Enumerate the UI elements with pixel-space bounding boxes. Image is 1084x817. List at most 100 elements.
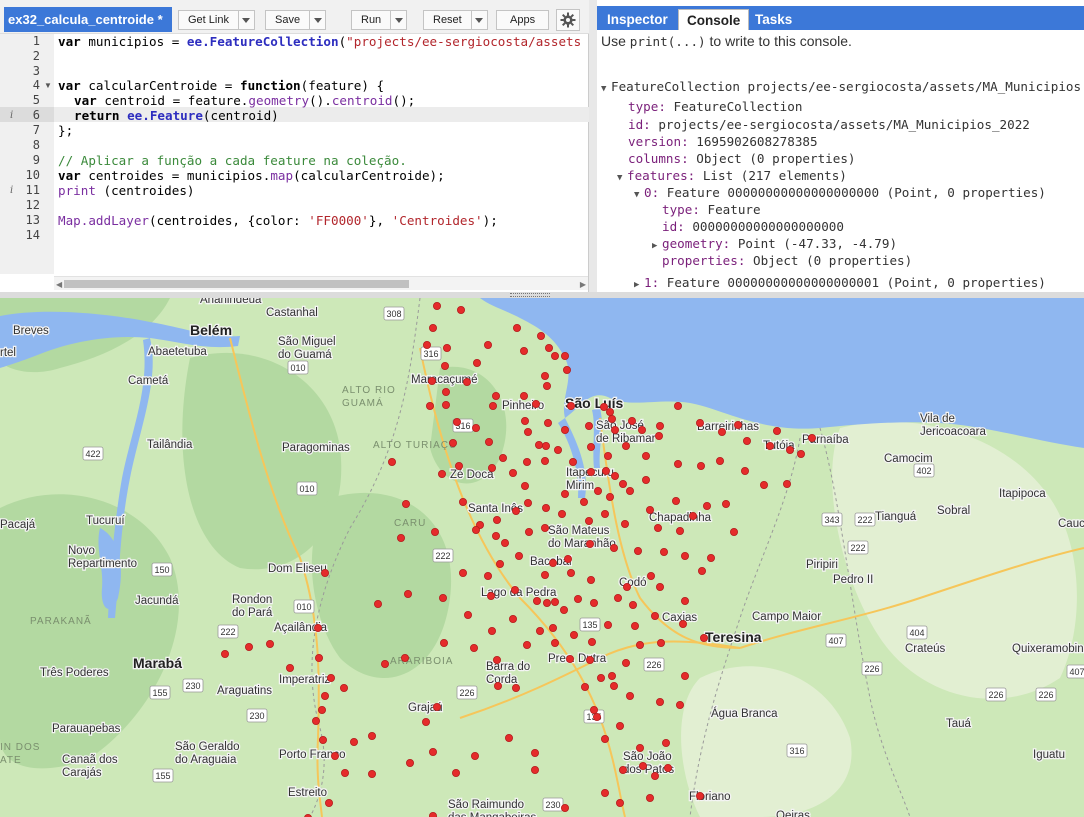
centroid-point bbox=[656, 697, 665, 706]
route-shield: 407 bbox=[825, 633, 847, 648]
centroid-point bbox=[452, 418, 461, 427]
feature-1-row[interactable]: ▶ 1: Feature 00000000000000000001 (Point,… bbox=[634, 274, 1046, 292]
info-icon[interactable]: i bbox=[10, 110, 13, 121]
centroid-point bbox=[421, 717, 430, 726]
code-text: (centroides) bbox=[95, 183, 195, 198]
scrollbar-thumb[interactable] bbox=[64, 280, 409, 288]
script-name-tab[interactable]: ex32_calcula_centroide * bbox=[4, 7, 172, 32]
line-number: 14 bbox=[25, 228, 40, 242]
place-label-novorep: Repartimento bbox=[68, 558, 137, 570]
get-link-button[interactable]: Get Link bbox=[178, 10, 255, 30]
place-label-saoraimundo: São Raimundo bbox=[448, 799, 524, 811]
map-view[interactable]: Ananindeua Castanhal Breves rtel Belém Abaete… bbox=[0, 298, 1084, 817]
property-key: properties: bbox=[662, 253, 746, 268]
expand-right-icon[interactable]: ▶ bbox=[652, 238, 662, 255]
fold-arrow-icon[interactable]: ▼ bbox=[44, 81, 52, 90]
centroid-point bbox=[403, 589, 412, 598]
centroid-point bbox=[513, 323, 522, 332]
place-label-canaa: Carajás bbox=[62, 767, 102, 779]
place-label-novorep: Novo bbox=[68, 545, 95, 557]
centroid-point bbox=[585, 516, 594, 525]
centroid-point bbox=[448, 438, 457, 447]
keyword: var bbox=[58, 34, 81, 49]
line-number: 12 bbox=[25, 198, 40, 212]
place-label-maraba: Marabá bbox=[133, 655, 182, 671]
place-label-saoraimundo: das Mangabeiras bbox=[448, 812, 536, 817]
expand-right-icon[interactable]: ▶ bbox=[634, 277, 644, 292]
centroid-point bbox=[626, 691, 635, 700]
centroid-point bbox=[655, 431, 664, 440]
expand-down-icon[interactable]: ▼ bbox=[601, 81, 611, 98]
chevron-down-icon[interactable] bbox=[310, 11, 325, 29]
centroid-point bbox=[427, 377, 436, 386]
property-row: columns: Object (0 properties) bbox=[628, 150, 855, 167]
route-shield: 222 bbox=[432, 548, 454, 563]
featurecollection-header[interactable]: ▼ FeatureCollection projects/ee-sergiocos… bbox=[601, 78, 1081, 98]
horizontal-scrollbar[interactable]: ◀ ▶ bbox=[54, 276, 588, 290]
centroid-point bbox=[766, 441, 775, 450]
scroll-right-icon[interactable]: ▶ bbox=[580, 280, 586, 289]
map-labels-layer: Ananindeua Castanhal Breves rtel Belém Abaete… bbox=[0, 298, 1084, 817]
centroid-point bbox=[608, 415, 617, 424]
place-label-cameta: Cametá bbox=[128, 375, 169, 387]
chevron-down-icon[interactable] bbox=[472, 11, 487, 29]
place-label-imperatriz: Imperatriz bbox=[279, 674, 330, 686]
chevron-down-icon[interactable] bbox=[391, 11, 406, 29]
svg-text:407: 407 bbox=[1069, 667, 1084, 677]
info-icon[interactable]: i bbox=[10, 185, 13, 196]
line-number: 1 bbox=[32, 34, 40, 48]
property-key: 0: bbox=[644, 185, 660, 200]
place-label-itapipoca: Itapipoca bbox=[999, 488, 1046, 500]
centroid-point bbox=[541, 456, 550, 465]
chevron-down-icon[interactable] bbox=[239, 11, 254, 29]
tab-inspector[interactable]: Inspector bbox=[599, 9, 676, 30]
centroid-point bbox=[380, 659, 389, 668]
place-label-saogeraldo: do Araguaia bbox=[175, 754, 237, 766]
centroid-point bbox=[524, 427, 533, 436]
vertical-splitter[interactable] bbox=[589, 0, 597, 292]
expand-down-icon[interactable]: ▼ bbox=[634, 187, 644, 204]
tab-console[interactable]: Console bbox=[678, 9, 750, 30]
property-row: properties: Object (0 properties) bbox=[662, 252, 912, 269]
svg-text:155: 155 bbox=[155, 771, 170, 781]
route-shield: 226 bbox=[643, 657, 665, 672]
route-shield: 230 bbox=[246, 708, 268, 723]
apps-button[interactable]: Apps bbox=[496, 10, 550, 30]
place-label-saomiguel: São Miguel bbox=[278, 336, 336, 348]
route-shield: 135 bbox=[579, 617, 601, 632]
centroid-point bbox=[330, 751, 339, 760]
run-button[interactable]: Run bbox=[351, 10, 408, 30]
svg-text:230: 230 bbox=[545, 800, 560, 810]
centroid-point bbox=[676, 526, 685, 535]
centroid-point bbox=[593, 712, 602, 721]
centroid-point bbox=[535, 440, 544, 449]
centroid-point bbox=[471, 424, 480, 433]
centroid-point bbox=[561, 489, 570, 498]
save-button[interactable]: Save bbox=[265, 10, 327, 30]
scroll-left-icon[interactable]: ◀ bbox=[56, 280, 62, 289]
code-area[interactable]: var municipios = ee.FeatureCollection("p… bbox=[58, 34, 588, 274]
save-label: Save bbox=[266, 11, 311, 29]
svg-text:226: 226 bbox=[1038, 690, 1053, 700]
svg-text:010: 010 bbox=[299, 484, 314, 494]
property-key: geometry: bbox=[662, 236, 731, 251]
centroid-point bbox=[525, 527, 534, 536]
tab-tasks[interactable]: Tasks bbox=[747, 9, 800, 30]
centroid-point bbox=[339, 683, 348, 692]
string-literal: "projects/ee-sergiocosta/assets bbox=[346, 34, 582, 49]
centroid-point bbox=[324, 798, 333, 807]
settings-button[interactable] bbox=[556, 9, 580, 31]
place-label-barradocorda: Barra do bbox=[486, 661, 530, 673]
region-label-caru: CARU bbox=[394, 518, 426, 529]
expand-down-icon[interactable]: ▼ bbox=[617, 170, 627, 187]
centroid-point bbox=[590, 705, 599, 714]
centroid-point bbox=[523, 457, 532, 466]
reset-label: Reset bbox=[424, 11, 472, 29]
place-label-tres: Três Poderes bbox=[40, 667, 109, 679]
reset-button[interactable]: Reset bbox=[423, 10, 488, 30]
centroid-point bbox=[566, 654, 575, 663]
centroid-point bbox=[483, 341, 492, 350]
route-shield: 222 bbox=[854, 512, 876, 527]
splitter-grip-icon[interactable] bbox=[510, 293, 550, 297]
centroid-point bbox=[493, 681, 502, 690]
